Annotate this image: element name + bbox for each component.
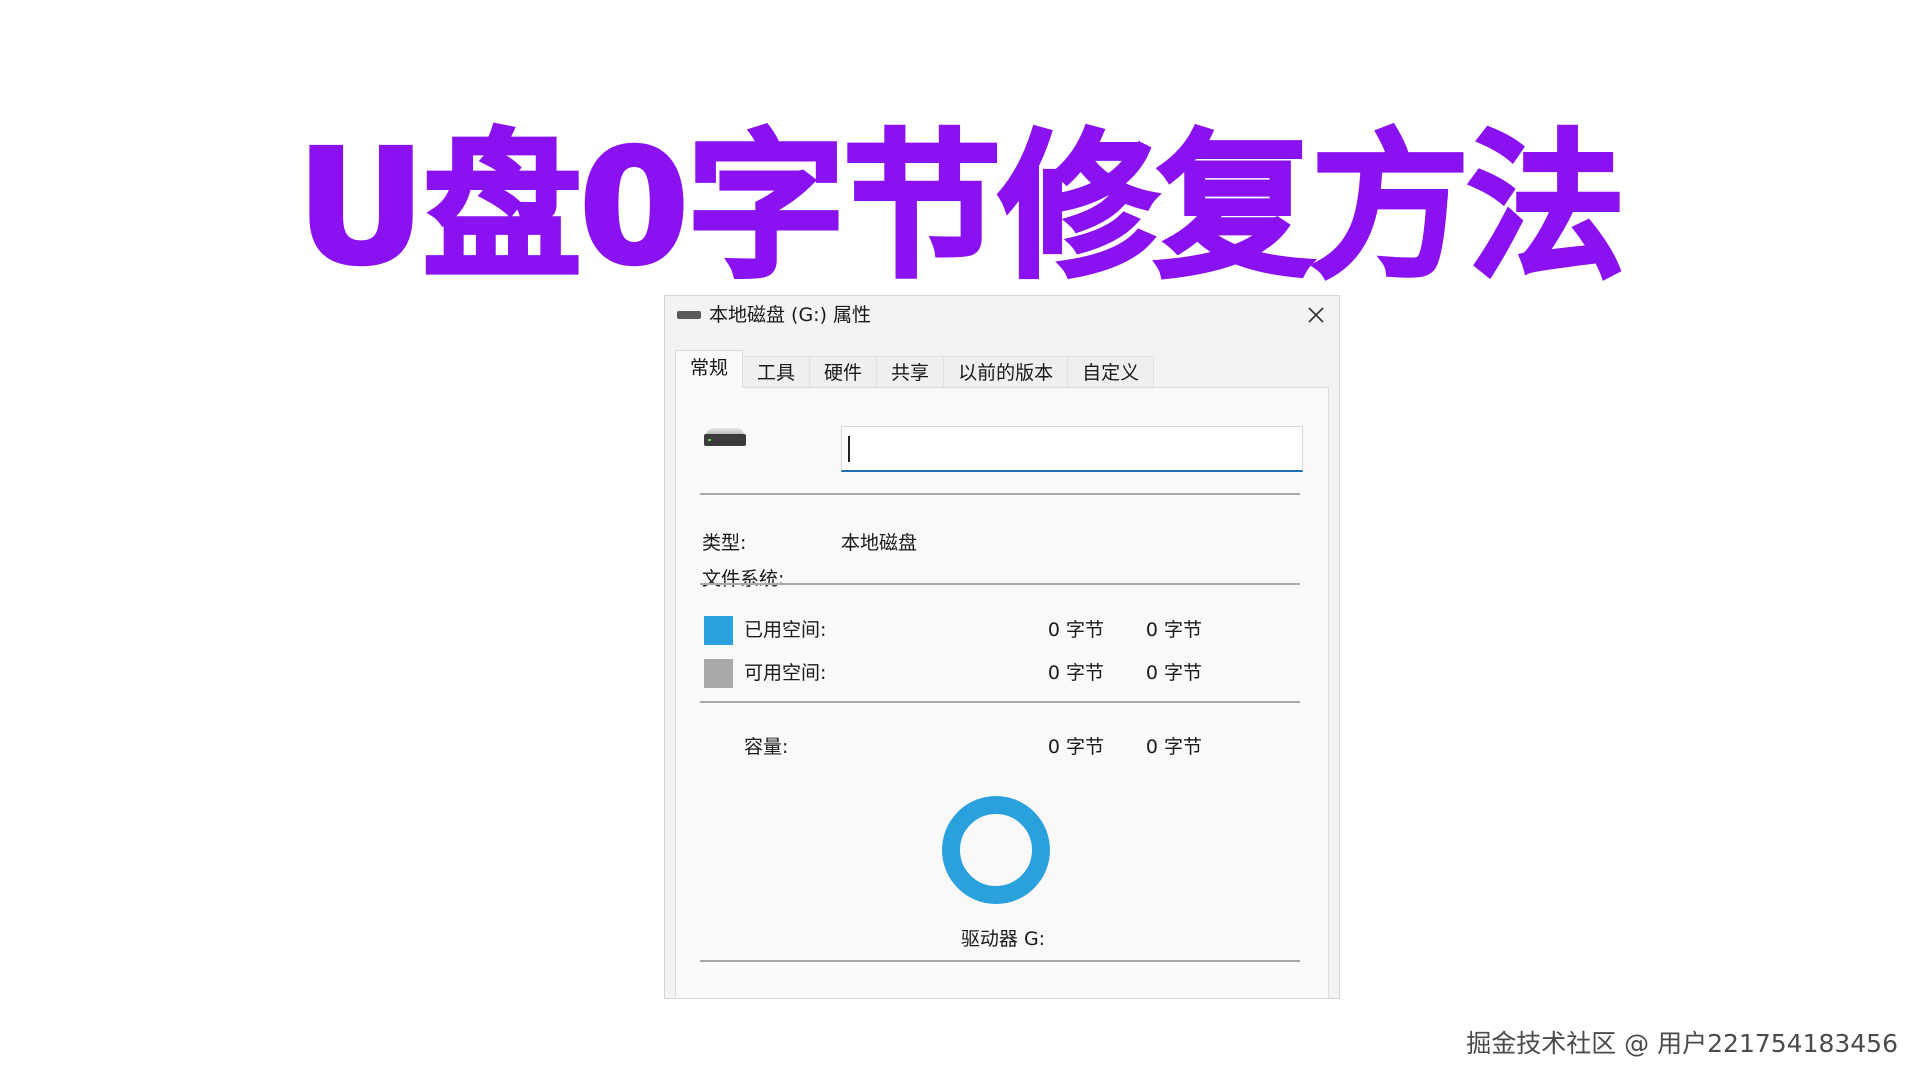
filesystem-label: 文件系统: — [702, 568, 785, 590]
volume-name-input[interactable] — [841, 426, 1303, 472]
used-space-bytes: 0 字节 — [1047, 619, 1104, 641]
window-title: 本地磁盘 (G:) 属性 — [709, 304, 872, 326]
free-space-size: 0 字节 — [1145, 662, 1202, 684]
capacity-bytes: 0 字节 — [1047, 736, 1104, 758]
type-value: 本地磁盘 — [841, 532, 918, 554]
usage-donut-ring — [942, 796, 1050, 904]
tab-previous-versions[interactable]: 以前的版本 — [943, 356, 1069, 388]
used-space-swatch — [704, 616, 733, 645]
capacity-size: 0 字节 — [1145, 736, 1202, 758]
tab-customize[interactable]: 自定义 — [1067, 356, 1155, 388]
free-space-swatch — [704, 659, 733, 688]
drive-icon — [677, 311, 701, 319]
free-space-bytes: 0 字节 — [1047, 662, 1104, 684]
close-icon — [1308, 307, 1324, 323]
watermark-text: 掘金技术社区 @ 用户221754183456 — [1466, 1029, 1898, 1058]
title-bar: 本地磁盘 (G:) 属性 — [665, 296, 1339, 334]
capacity-label: 容量: — [744, 736, 789, 758]
divider — [700, 583, 1300, 585]
page-headline: U盘0字节修复方法 — [295, 116, 1627, 300]
divider — [700, 493, 1300, 495]
tab-hardware[interactable]: 硬件 — [809, 356, 878, 388]
tab-general[interactable]: 常规 — [675, 350, 744, 388]
close-button[interactable] — [1293, 296, 1339, 334]
free-space-label: 可用空间: — [744, 662, 827, 684]
text-caret — [848, 436, 850, 462]
general-panel: 类型: 本地磁盘 文件系统: 已用空间: 0 字节 0 字节 可用空间: 0 字… — [675, 387, 1329, 998]
divider — [700, 960, 1300, 962]
drive-letter-label: 驱动器 G: — [960, 928, 1046, 950]
tab-sharing[interactable]: 共享 — [876, 356, 945, 388]
properties-dialog: 本地磁盘 (G:) 属性 常规 工具 硬件 共享 以前的版本 自定义 类型: 本… — [664, 295, 1340, 999]
type-label: 类型: — [702, 532, 747, 554]
hard-drive-icon — [704, 428, 746, 446]
used-space-label: 已用空间: — [744, 619, 827, 641]
tab-strip: 常规 工具 硬件 共享 以前的版本 自定义 — [675, 350, 1155, 388]
used-space-size: 0 字节 — [1145, 619, 1202, 641]
tab-tools[interactable]: 工具 — [742, 356, 811, 388]
usage-donut-chart — [942, 796, 1050, 904]
divider — [700, 701, 1300, 703]
